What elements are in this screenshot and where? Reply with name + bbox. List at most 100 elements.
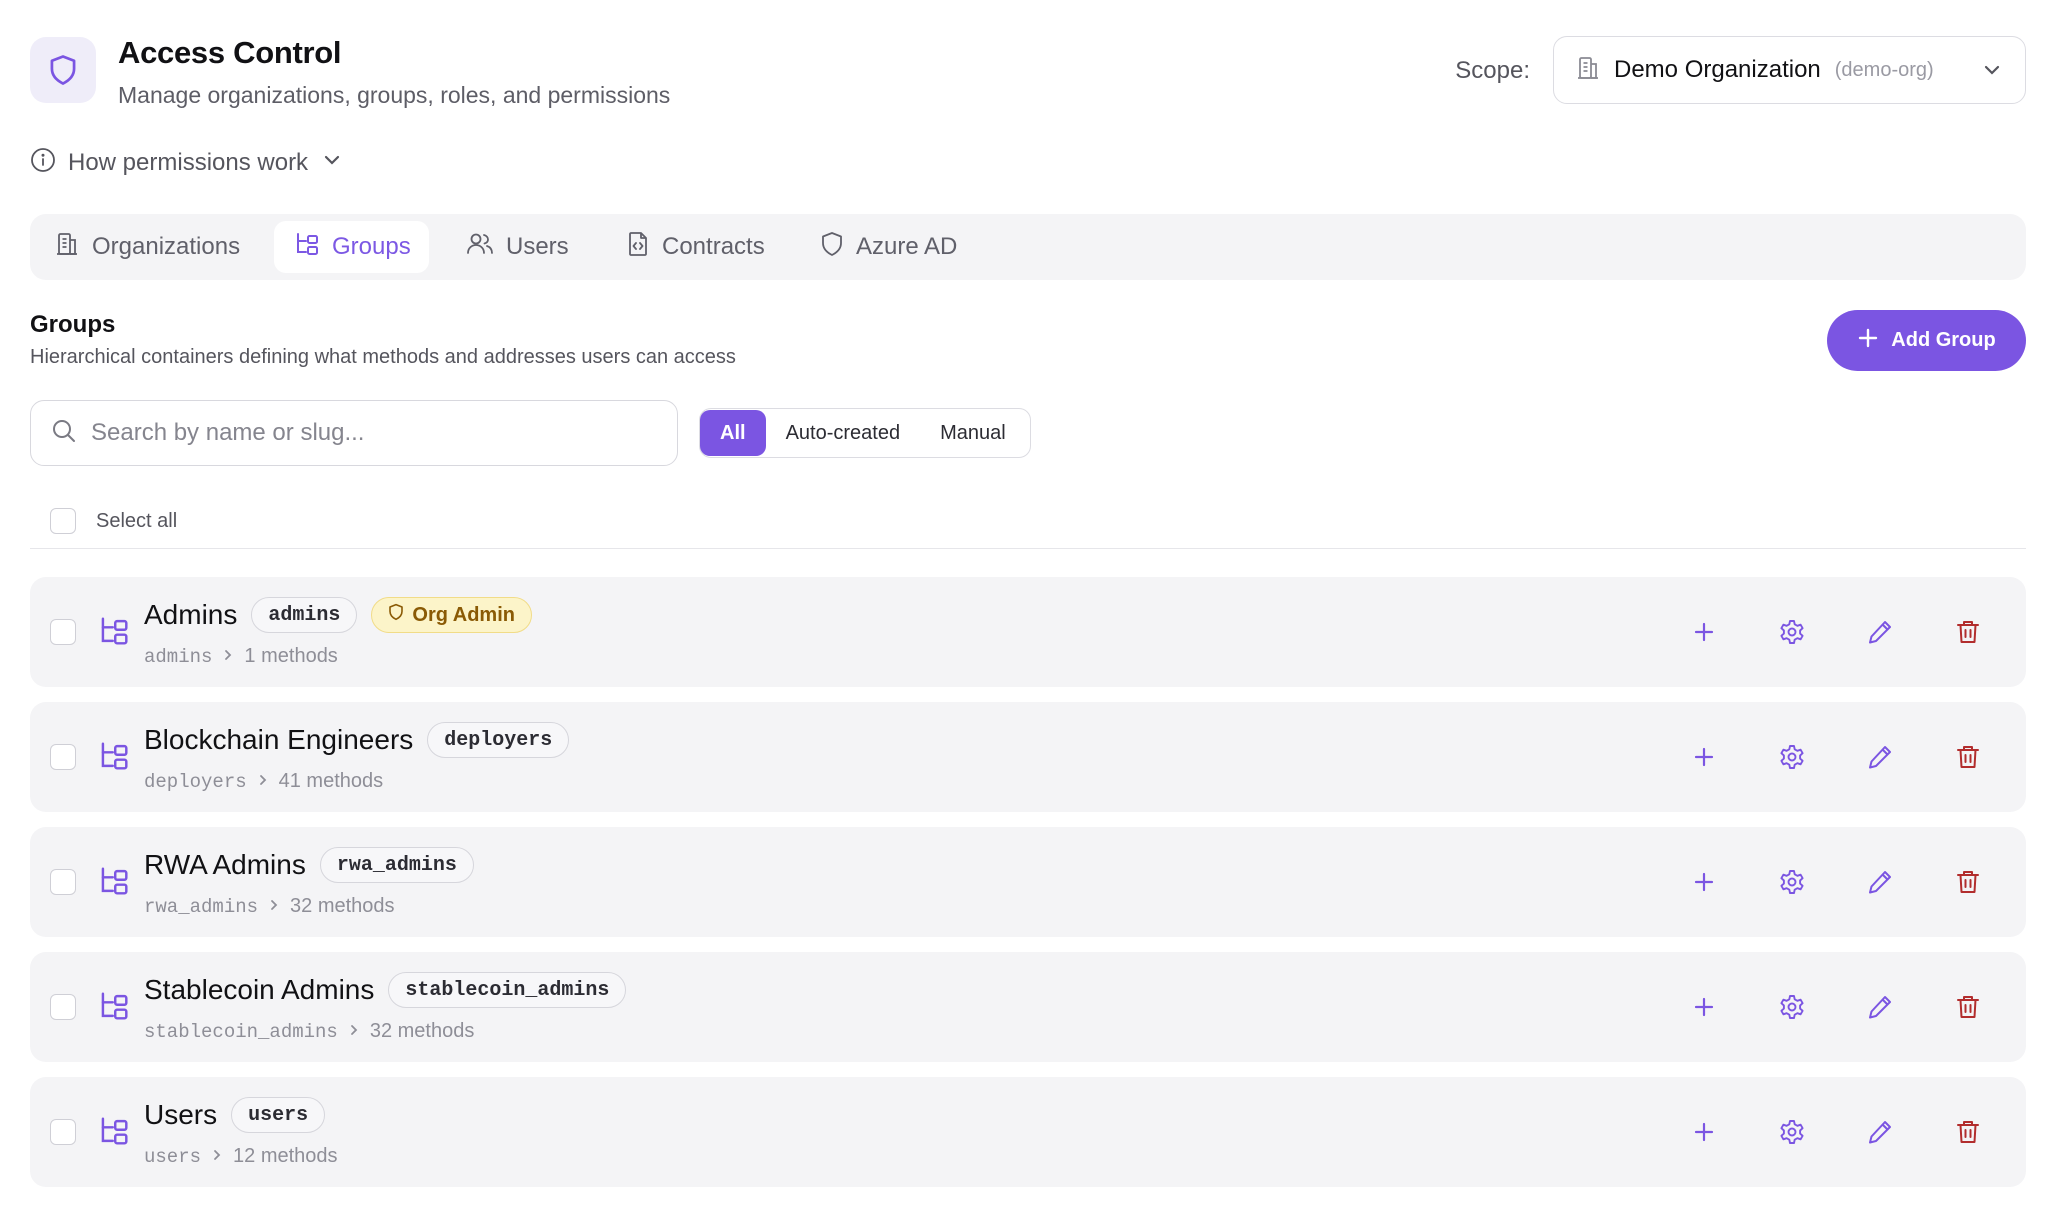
- slug-badge: stablecoin_admins: [388, 972, 627, 1008]
- edit-pencil-icon[interactable]: [1862, 739, 1898, 775]
- tab-bar: Organizations Groups Users Contracts Azu…: [30, 214, 2026, 280]
- group-path: deployers 41 methods: [144, 770, 383, 793]
- add-group-button[interactable]: Add Group: [1827, 310, 2026, 371]
- tab-groups[interactable]: Groups: [274, 221, 429, 273]
- slug-badge: rwa_admins: [319, 847, 474, 883]
- group-row[interactable]: Blockchain Engineers deployers deployers…: [30, 702, 2026, 812]
- row-checkbox[interactable]: [50, 869, 76, 895]
- select-all-checkbox[interactable]: [50, 508, 76, 534]
- chevron-down-icon: [1981, 59, 2003, 86]
- row-checkbox[interactable]: [50, 619, 76, 645]
- chevron-right-icon: [222, 645, 234, 668]
- method-count: 12 methods: [233, 1145, 338, 1167]
- settings-gear-icon[interactable]: [1774, 614, 1810, 650]
- edit-pencil-icon[interactable]: [1862, 864, 1898, 900]
- section-title: Groups: [30, 311, 116, 338]
- add-member-button[interactable]: [1686, 989, 1722, 1025]
- scope-name: Demo Organization: [1614, 56, 1821, 83]
- edit-pencil-icon[interactable]: [1862, 1114, 1898, 1150]
- group-name: Users: [144, 1099, 218, 1130]
- delete-trash-icon[interactable]: [1950, 864, 1986, 900]
- delete-trash-icon[interactable]: [1950, 739, 1986, 775]
- group-path: admins 1 methods: [144, 645, 338, 668]
- building-icon: [54, 231, 80, 264]
- shield-logo-icon: [30, 37, 96, 103]
- hierarchy-icon: [98, 615, 130, 652]
- filter-auto-created-button[interactable]: Auto-created: [766, 410, 921, 456]
- org-admin-badge: Org Admin: [371, 597, 532, 633]
- settings-gear-icon[interactable]: [1774, 864, 1810, 900]
- select-all-label: Select all: [96, 509, 178, 532]
- tab-organizations[interactable]: Organizations: [30, 221, 256, 273]
- edit-pencil-icon[interactable]: [1862, 989, 1898, 1025]
- access-control-page: Access Control Manage organizations, gro…: [0, 0, 2048, 1214]
- tab-label: Azure AD: [856, 233, 958, 260]
- row-checkbox[interactable]: [50, 994, 76, 1020]
- group-row[interactable]: Users users users 12 methods: [30, 1077, 2026, 1187]
- scope-select[interactable]: Demo Organization (demo-org): [1553, 36, 2026, 104]
- chevron-right-icon: [211, 1145, 223, 1168]
- filter-all-button[interactable]: All: [700, 410, 766, 456]
- group-name: Stablecoin Admins: [144, 974, 375, 1005]
- scope-slug: (demo-org): [1834, 58, 1934, 81]
- page-header: Access Control Manage organizations, gro…: [30, 36, 2026, 108]
- how-permissions-work-toggle[interactable]: How permissions work: [30, 147, 342, 178]
- row-actions: [1686, 1114, 1986, 1150]
- method-count: 32 methods: [290, 895, 395, 917]
- row-checkbox[interactable]: [50, 1119, 76, 1145]
- search-input[interactable]: [91, 419, 651, 447]
- tab-label: Contracts: [662, 233, 765, 260]
- add-member-button[interactable]: [1686, 739, 1722, 775]
- settings-gear-icon[interactable]: [1774, 989, 1810, 1025]
- method-count: 41 methods: [278, 770, 384, 792]
- group-name: Blockchain Engineers: [144, 724, 414, 755]
- method-count: 32 methods: [369, 1020, 475, 1042]
- delete-trash-icon[interactable]: [1950, 614, 1986, 650]
- group-row[interactable]: Admins admins Org Admin admins 1 methods: [30, 577, 2026, 687]
- chevron-right-icon: [257, 770, 269, 793]
- group-header: RWA Admins rwa_admins: [144, 847, 474, 883]
- filter-manual-button[interactable]: Manual: [920, 410, 1026, 456]
- chevron-right-icon: [348, 1020, 360, 1043]
- users-icon: [466, 231, 494, 264]
- how-permissions-label: How permissions work: [68, 148, 309, 176]
- group-name: RWA Admins: [144, 849, 306, 880]
- edit-pencil-icon[interactable]: [1862, 614, 1898, 650]
- select-all-row: Select all: [50, 508, 177, 534]
- path-slug: stablecoin_admins: [144, 1020, 338, 1043]
- tab-label: Users: [506, 233, 569, 260]
- delete-trash-icon[interactable]: [1950, 1114, 1986, 1150]
- delete-trash-icon[interactable]: [1950, 989, 1986, 1025]
- row-checkbox[interactable]: [50, 744, 76, 770]
- add-group-label: Add Group: [1891, 329, 1996, 351]
- scope-label: Scope:: [1455, 57, 1530, 84]
- tab-azure-ad[interactable]: Azure AD: [796, 221, 973, 273]
- add-member-button[interactable]: [1686, 864, 1722, 900]
- tab-users[interactable]: Users: [442, 221, 585, 273]
- path-slug: admins: [144, 645, 213, 668]
- shield-icon: [820, 231, 844, 264]
- hierarchy-icon: [98, 990, 130, 1027]
- path-slug: rwa_admins: [144, 895, 259, 918]
- add-member-button[interactable]: [1686, 1114, 1722, 1150]
- hierarchy-icon: [98, 740, 130, 777]
- row-actions: [1686, 989, 1986, 1025]
- method-count: 1 methods: [244, 645, 338, 667]
- file-code-icon: [626, 231, 650, 264]
- group-path: stablecoin_admins 32 methods: [144, 1020, 474, 1043]
- group-row[interactable]: Stablecoin Admins stablecoin_admins stab…: [30, 952, 2026, 1062]
- hierarchy-icon: [98, 1115, 130, 1152]
- add-member-button[interactable]: [1686, 614, 1722, 650]
- tab-contracts[interactable]: Contracts: [602, 221, 781, 273]
- org-admin-label: Org Admin: [412, 603, 515, 626]
- group-row[interactable]: RWA Admins rwa_admins rwa_admins 32 meth…: [30, 827, 2026, 937]
- settings-gear-icon[interactable]: [1774, 739, 1810, 775]
- shield-icon: [388, 603, 404, 627]
- chevron-down-icon: [322, 150, 342, 175]
- settings-gear-icon[interactable]: [1774, 1114, 1810, 1150]
- page-title: Access Control: [118, 35, 342, 70]
- page-subtitle: Manage organizations, groups, roles, and…: [118, 82, 671, 108]
- group-name: Admins: [144, 599, 238, 630]
- slug-badge: admins: [251, 597, 358, 633]
- info-icon: [30, 147, 56, 178]
